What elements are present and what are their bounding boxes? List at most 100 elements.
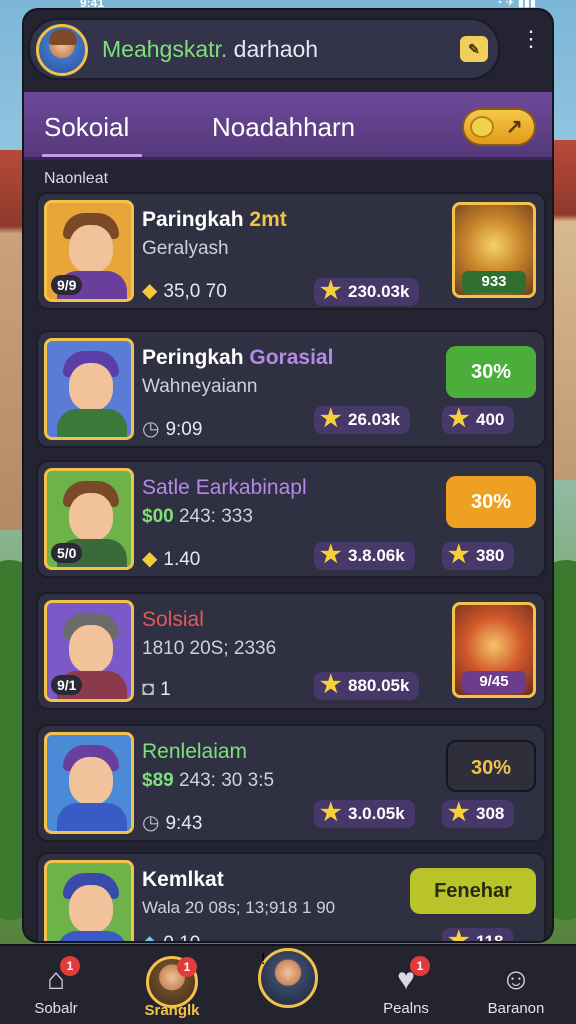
player-stat-value: 1: [160, 679, 171, 700]
notification-badge: 1: [60, 956, 80, 976]
star-icon: ★: [448, 927, 470, 943]
list-item[interactable]: Peringkah Gorasial Wahneyaiann ◷ 9:09 ★ 26…: [36, 330, 546, 448]
portrait-body: [57, 931, 127, 941]
level-badge: 9/9: [51, 275, 83, 295]
portrait-face: [69, 493, 113, 541]
nav-account[interactable]: ☺ Baranon: [466, 952, 566, 1024]
right-points-value: 380: [476, 546, 505, 565]
player-portrait: 9/9: [44, 200, 134, 302]
nav-home[interactable]: ⌂ Sobalr 1: [6, 952, 106, 1024]
portrait-face: [69, 885, 113, 933]
player-name: Paringkah 2mt: [142, 208, 287, 232]
player-name: Peringkah Gorasial: [142, 346, 333, 370]
player-subtitle: Geralyash: [142, 238, 229, 259]
player-subtitle-text: 243: 333: [178, 506, 253, 527]
player-stat-value: 9:43: [165, 813, 203, 834]
points-pill: ★ 230.03k: [314, 277, 420, 306]
player-subtitle: Wala 20 08s; 13;918 1 90: [142, 898, 336, 917]
profile-header: Meahgskatr. darhaoh ✎: [28, 18, 500, 80]
percent-button[interactable]: 30%: [446, 740, 536, 792]
list-item[interactable]: 5/0 Satle Earkabinapl $00 243: 333 ◆ 1.40…: [36, 460, 546, 578]
more-options-icon[interactable]: ⋮: [520, 28, 542, 68]
list-item[interactable]: Kemlkat Wala 20 08s; 13;918 1 90 ◆ 0.10 F…: [36, 852, 546, 943]
list-item[interactable]: Renlelaiam $89 243: 30 3:5 ◷ 9:43 ★ 3.0.05…: [36, 724, 546, 842]
avatar-icon: 1: [146, 956, 198, 1008]
points-value: 3.0.05k: [348, 804, 405, 823]
star-icon: ★: [448, 405, 470, 432]
coins-button[interactable]: ↗: [462, 108, 536, 146]
star-icon: ★: [320, 671, 342, 698]
edit-icon[interactable]: ✎: [460, 36, 488, 62]
right-points-value: 118: [476, 932, 504, 943]
points-value: 230.03k: [348, 282, 410, 301]
player-portrait: 5/0: [44, 468, 134, 570]
reward-value: 933: [462, 271, 526, 293]
player-name: Satle Earkabinapl: [142, 476, 307, 499]
nav-label: Sobalr: [34, 1000, 78, 1017]
notification-badge: !: [261, 951, 266, 968]
star-icon: ★: [320, 799, 342, 826]
star-icon: ★: [320, 277, 342, 304]
level-badge: 5/0: [51, 543, 83, 563]
user-icon: ☺: [500, 963, 532, 996]
percent-button[interactable]: 30%: [446, 476, 536, 528]
reward-value: 9/45: [462, 671, 526, 693]
money-prefix: $89: [142, 770, 174, 791]
bottom-nav: ⌂ Sobalr 1 1 Sranglk ! ♥ Pealns 1 ☺ Bara…: [0, 944, 576, 1024]
player-stat-value: 0.10: [163, 933, 200, 941]
player-subtitle: Wahneyaiann: [142, 376, 258, 397]
player-portrait: [44, 732, 134, 834]
player-stat-value: 9:09: [165, 419, 203, 440]
tab-social[interactable]: Sokoial: [41, 112, 143, 157]
points-pill: ★ 3.8.06k: [314, 541, 415, 570]
portrait-body: [57, 409, 127, 437]
player-stat: ◆ 0.10: [142, 930, 200, 941]
nav-profile[interactable]: 1 Sranglk: [122, 952, 222, 1024]
player-stat: ◆ 35,0 70: [142, 278, 227, 303]
points-pill: ★ 3.0.05k: [314, 799, 415, 828]
app-panel: Meahgskatr. darhaoh ✎ ⋮ Sokoial Noadahha…: [22, 8, 554, 943]
nav-friends[interactable]: ♥ Pealns 1: [356, 952, 456, 1024]
header-title: Meahgskatr. darhaoh: [102, 36, 318, 63]
portrait-face: [69, 757, 113, 805]
player-subtitle: $00 243: 333: [142, 506, 253, 528]
level-badge: 9/1: [51, 675, 83, 695]
player-stat-value: 35,0 70: [163, 281, 227, 302]
right-points-pill: ★ 400: [442, 405, 515, 434]
points-value: 3.8.06k: [348, 546, 405, 565]
player-name: Solsial: [142, 608, 204, 631]
player-stat-value: 1.40: [163, 549, 201, 570]
header-title-rest: darhaoh: [227, 36, 319, 62]
background-house-right: [554, 140, 576, 480]
center-avatar-icon[interactable]: !: [258, 948, 318, 1008]
tab-bar: Sokoial Noadahharn ↗: [24, 92, 552, 160]
action-button[interactable]: Fenehar: [410, 868, 536, 914]
player-name-accent: Gorasial: [249, 346, 334, 369]
money-prefix: $00: [142, 506, 174, 527]
tab-nearby[interactable]: Noadahharn: [212, 112, 355, 143]
player-subtitle-text: 243: 30 3:5: [178, 770, 275, 791]
gem-icon: ◆: [142, 548, 158, 570]
list-item[interactable]: 9/1 Solsial 1810 20S; 2336 ◘ 1 ★ 880.05k 9…: [36, 592, 546, 710]
star-icon: ★: [320, 541, 342, 568]
reward-badge[interactable]: 933: [452, 202, 536, 298]
right-points-pill: ★ 118: [442, 927, 514, 943]
player-name: Kemlkat: [142, 868, 224, 891]
notification-badge: 1: [410, 956, 430, 976]
reward-badge[interactable]: 9/45: [452, 602, 536, 698]
star-icon: ★: [320, 405, 342, 432]
nav-label: Baranon: [487, 1000, 545, 1017]
list-item[interactable]: 9/9 Paringkah 2mt Geralyash ◆ 35,0 70 ★ 23…: [36, 192, 546, 310]
player-name: Renlelaiam: [142, 740, 248, 763]
player-portrait: [44, 860, 134, 941]
player-subtitle: 1810 20S; 2336: [142, 638, 277, 659]
coin-icon: [470, 116, 494, 138]
section-label: Naonleat: [44, 170, 109, 187]
player-portrait: 9/1: [44, 600, 134, 702]
points-pill: ★ 880.05k: [314, 671, 420, 700]
profile-avatar[interactable]: [36, 24, 88, 76]
portrait-body: [57, 803, 127, 831]
portrait-face: [69, 225, 113, 273]
percent-button[interactable]: 30%: [446, 346, 536, 398]
notification-badge: 1: [177, 957, 197, 977]
